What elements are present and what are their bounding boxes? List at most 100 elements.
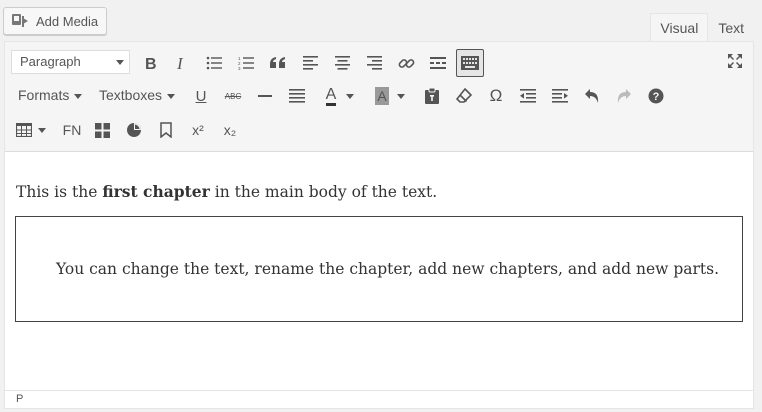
subscript-icon: x₂ (223, 122, 237, 138)
element-path[interactable]: P (16, 393, 23, 405)
numbered-list-button[interactable]: 1 2 3 (233, 50, 259, 76)
redo-button[interactable] (611, 83, 637, 109)
text-color-button[interactable]: A (318, 83, 344, 109)
link-icon (398, 58, 414, 68)
align-left-button[interactable] (297, 50, 323, 76)
editor-tabs: Visual Text (650, 13, 754, 42)
add-media-button[interactable]: Add Media (3, 7, 107, 35)
outdent-button[interactable] (515, 83, 541, 109)
grid-icon (94, 122, 110, 138)
italic-icon: I (176, 55, 184, 71)
textboxes-menu[interactable]: Textboxes (99, 83, 176, 107)
undo-icon (585, 89, 599, 103)
clipboard-icon (425, 88, 439, 104)
table-icon (16, 123, 32, 137)
body-paragraph[interactable]: This is the first chapter in the main bo… (16, 182, 437, 201)
tab-visual[interactable]: Visual (650, 13, 709, 42)
background-color-button[interactable]: A (369, 83, 395, 109)
svg-text:?: ? (653, 91, 660, 103)
chevron-down-icon (346, 93, 354, 99)
editor-toolbar: Paragraph B I 1 2 3 Formats Textboxes U … (5, 42, 753, 152)
horizontal-line-icon (258, 95, 272, 97)
textbox-text: You can change the text, rename the chap… (56, 260, 720, 278)
footnote-icon: FN (62, 122, 82, 138)
align-center-button[interactable] (329, 50, 355, 76)
chevron-down-icon (38, 127, 46, 133)
align-right-icon (366, 56, 382, 70)
svg-text:I: I (176, 55, 184, 71)
superscript-button[interactable]: x² (185, 117, 211, 143)
add-media-label: Add Media (36, 13, 99, 29)
background-color-dropdown[interactable] (394, 83, 408, 109)
para-before: This is the (16, 183, 103, 201)
tab-text[interactable]: Text (708, 13, 754, 42)
horizontal-line-button[interactable] (252, 83, 278, 109)
svg-text:B: B (145, 56, 157, 71)
justify-icon (289, 89, 305, 103)
element-path-bar: P (5, 390, 753, 408)
outdent-icon (520, 89, 536, 103)
fullscreen-icon (728, 54, 742, 68)
undo-button[interactable] (579, 83, 605, 109)
indent-icon (552, 89, 568, 103)
numbered-list-icon: 1 2 3 (238, 56, 254, 70)
editor-content[interactable]: This is the first chapter in the main bo… (5, 153, 753, 390)
chevron-down-icon (397, 93, 405, 99)
table-button[interactable] (13, 117, 49, 143)
clear-formatting-button[interactable] (451, 83, 477, 109)
bold-button[interactable]: B (137, 50, 163, 76)
bullet-list-button[interactable] (201, 50, 227, 76)
editor: Paragraph B I 1 2 3 Formats Textboxes U … (4, 41, 754, 409)
formats-label: Formats (18, 87, 70, 103)
bookmark-button[interactable] (153, 117, 179, 143)
omega-icon: Ω (489, 86, 503, 105)
svg-text:3: 3 (238, 66, 241, 70)
glossary-button[interactable] (121, 117, 147, 143)
superscript-icon: x² (192, 122, 204, 138)
toolbar-toggle-button[interactable] (456, 49, 484, 77)
textboxes-label: Textboxes (99, 87, 163, 103)
help-icon: ? (648, 88, 664, 104)
align-left-icon (302, 56, 318, 70)
bullet-list-icon (206, 56, 222, 70)
formats-menu[interactable]: Formats (18, 83, 83, 107)
underline-icon: U (195, 87, 207, 105)
bold-icon: B (145, 56, 157, 71)
background-color-icon: A (375, 87, 389, 105)
text-color-dropdown[interactable] (343, 83, 357, 109)
underline-button[interactable]: U (188, 83, 214, 109)
fullscreen-button[interactable] (722, 48, 748, 74)
strikethrough-icon: ABC (224, 91, 242, 101)
italic-button[interactable]: I (169, 50, 195, 76)
indent-button[interactable] (547, 83, 573, 109)
chart-pie-icon (127, 123, 141, 137)
justify-button[interactable] (284, 83, 310, 109)
paste-text-button[interactable] (419, 83, 445, 109)
special-character-button[interactable]: Ω (483, 83, 509, 109)
para-after: in the main body of the text. (209, 183, 438, 201)
format-select[interactable]: Paragraph (11, 50, 130, 74)
align-center-icon (334, 56, 350, 70)
redo-icon (617, 89, 631, 103)
quote-icon (270, 57, 285, 68)
format-select-value: Paragraph (20, 54, 81, 69)
strikethrough-button[interactable]: ABC (220, 83, 246, 109)
subscript-button[interactable]: x₂ (217, 117, 243, 143)
keyboard-icon (461, 56, 479, 70)
footnote-button[interactable]: FN (58, 117, 86, 143)
textbox[interactable]: You can change the text, rename the chap… (15, 216, 743, 322)
chevron-down-icon (116, 60, 124, 65)
bookmark-icon (160, 122, 172, 138)
text-color-icon: A (325, 86, 337, 106)
read-more-button[interactable] (425, 50, 451, 76)
read-more-icon (430, 57, 446, 69)
chevron-down-icon (167, 93, 176, 99)
para-bold: first chapter (102, 182, 210, 201)
blockquote-button[interactable] (265, 50, 291, 76)
media-icon (12, 14, 28, 27)
insert-link-button[interactable] (393, 50, 419, 76)
keyboard-shortcuts-button[interactable]: ? (643, 83, 669, 109)
grid-blocks-button[interactable] (89, 117, 115, 143)
align-right-button[interactable] (361, 50, 387, 76)
eraser-icon (456, 88, 472, 103)
